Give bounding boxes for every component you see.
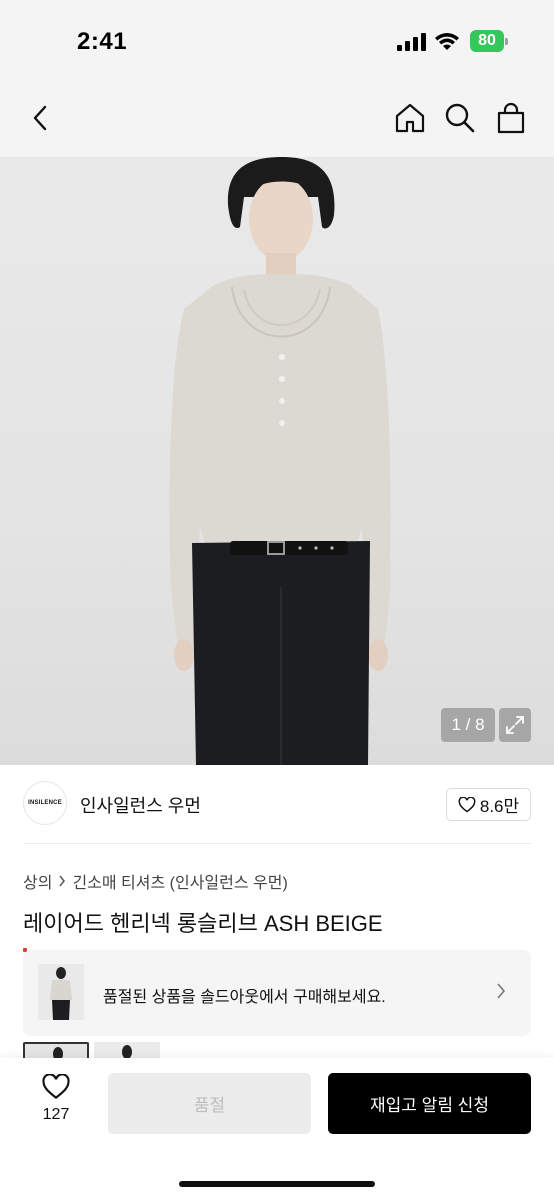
- home-button[interactable]: [393, 101, 427, 135]
- wishlist-count: 127: [42, 1106, 70, 1123]
- brand-like-button[interactable]: 8.6만: [446, 788, 531, 821]
- heart-icon: [42, 1074, 70, 1099]
- expand-icon: [506, 716, 524, 734]
- nav-bar: [0, 80, 554, 157]
- image-pager: 1 / 8: [441, 708, 495, 742]
- wifi-icon: [435, 33, 459, 50]
- model-photo: [169, 157, 391, 765]
- signal-icon: [397, 33, 426, 51]
- status-time: 2:41: [77, 28, 128, 55]
- divider: [23, 843, 531, 844]
- home-indicator: [179, 1181, 375, 1187]
- cart-button[interactable]: [494, 101, 528, 135]
- product-image[interactable]: [0, 157, 554, 765]
- banner-thumbnail: [38, 964, 84, 1020]
- brand-logo[interactable]: INSILENCE: [23, 781, 67, 825]
- battery-icon: 80: [470, 30, 508, 52]
- wishlist-button[interactable]: 127: [26, 1074, 86, 1134]
- brand-name[interactable]: 인사일런스 우먼: [80, 792, 201, 818]
- expand-button[interactable]: [499, 708, 531, 742]
- home-icon: [395, 103, 425, 133]
- breadcrumb-subcategory[interactable]: 긴소매 티셔츠 (인사일런스 우먼): [72, 869, 287, 893]
- search-icon: [445, 103, 475, 133]
- product-title: 레이어드 헨리넥 롱슬리브 ASH BEIGE: [23, 911, 383, 936]
- soldout-banner-text: 품절된 상품을 솔드아웃에서 구매해보세요.: [103, 989, 386, 1006]
- search-button[interactable]: [443, 101, 477, 135]
- brand-logo-text: INSILENCE: [28, 800, 62, 806]
- chevron-right-icon: [497, 983, 506, 999]
- chevron-left-icon: [33, 105, 47, 131]
- soldout-button[interactable]: 품절: [108, 1073, 311, 1134]
- battery-level: 80: [478, 32, 496, 49]
- soldout-banner[interactable]: 품절된 상품을 솔드아웃에서 구매해보세요.: [23, 950, 531, 1036]
- back-button[interactable]: [23, 101, 57, 135]
- shopping-bag-icon: [497, 102, 525, 134]
- chevron-right-icon: [59, 875, 66, 887]
- restock-alert-button[interactable]: 재입고 알림 신청: [328, 1073, 531, 1134]
- brand-like-count: 8.6만: [479, 797, 520, 816]
- heart-icon: [458, 796, 476, 812]
- breadcrumb-category[interactable]: 상의: [23, 869, 52, 893]
- breadcrumb: 상의 긴소매 티셔츠 (인사일런스 우먼): [23, 869, 288, 893]
- status-bar: 2:41 80: [0, 0, 554, 80]
